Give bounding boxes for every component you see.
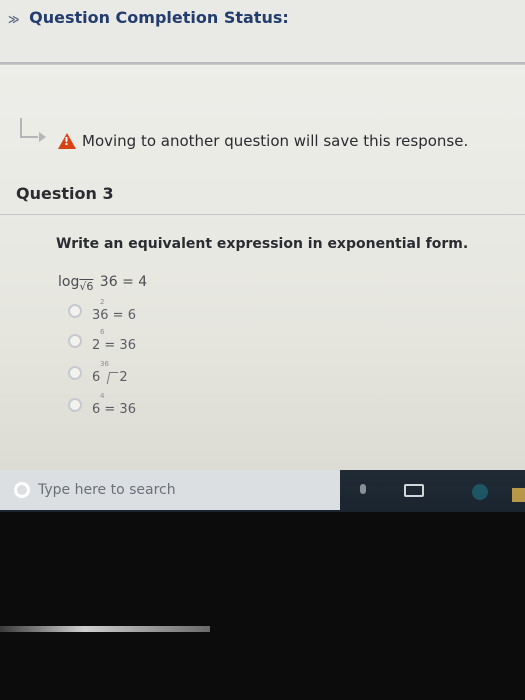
question-prompt: Write an equivalent expression in expone…: [56, 236, 469, 252]
completion-status-bar: ≫ Question Completion Status:: [0, 0, 525, 64]
question-title: Question 3: [16, 184, 114, 203]
cortana-ring-icon[interactable]: [14, 482, 30, 498]
option-label: 6: [92, 370, 101, 385]
answer-option-2[interactable]: 6 2 = 36: [68, 328, 136, 353]
option-exponent: 36: [100, 360, 109, 368]
save-warning: ! Moving to another question will save t…: [58, 132, 468, 150]
windows-taskbar: Type here to search: [0, 470, 525, 512]
monitor-bezel: [0, 512, 525, 700]
option-label: 36 = 6: [92, 308, 136, 323]
option-label: 6 = 36: [92, 402, 136, 417]
browser-page: ≫ Question Completion Status: ! Moving t…: [0, 0, 525, 470]
file-explorer-icon[interactable]: [512, 488, 525, 502]
edge-browser-icon[interactable]: [472, 484, 488, 500]
answer-option-4[interactable]: 4 6 = 36: [68, 392, 136, 417]
radio-button[interactable]: [68, 398, 82, 412]
option-label-2: 2: [119, 370, 128, 385]
option-label: 2 = 36: [92, 338, 136, 353]
mouse-cursor-icon: [107, 371, 119, 384]
bezel-reflection: [0, 626, 210, 632]
save-warning-text: Moving to another question will save thi…: [82, 132, 469, 150]
answer-option-3[interactable]: 36 6 2: [68, 360, 128, 385]
radio-button[interactable]: [68, 304, 82, 318]
answer-option-1[interactable]: 2 36 = 6: [68, 298, 136, 323]
search-placeholder: Type here to search: [38, 482, 176, 498]
log-expression: log√6 36 = 4: [58, 274, 147, 293]
radio-button[interactable]: [68, 366, 82, 380]
mic-icon[interactable]: [360, 484, 366, 494]
log-base: √6: [79, 280, 94, 293]
double-chevron-icon: ≫: [8, 13, 20, 26]
option-exponent: 4: [100, 392, 105, 400]
radio-button[interactable]: [68, 334, 82, 348]
log-rest: 36 = 4: [95, 274, 148, 290]
return-arrow-icon: [20, 118, 46, 142]
completion-status-toggle[interactable]: ≫ Question Completion Status:: [8, 8, 289, 27]
divider: [0, 64, 525, 65]
warning-icon: !: [58, 133, 76, 149]
option-exponent: 2: [100, 298, 105, 306]
completion-status-title: Question Completion Status:: [29, 8, 289, 27]
option-exponent: 6: [100, 328, 105, 336]
log-text: log: [58, 274, 80, 290]
task-view-icon[interactable]: [404, 484, 424, 497]
question-header: Question 3: [0, 176, 525, 215]
taskbar-search-field[interactable]: Type here to search: [0, 470, 340, 510]
